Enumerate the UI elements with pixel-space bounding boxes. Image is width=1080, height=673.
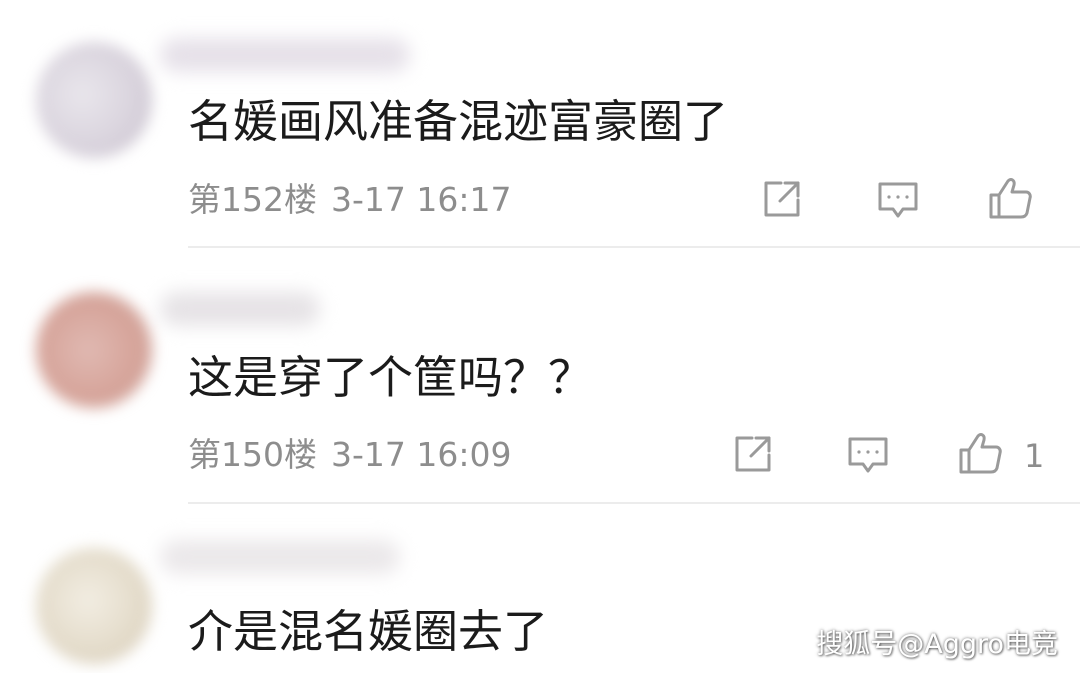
floor-number: 第150楼: [188, 435, 317, 474]
divider: [188, 502, 1080, 504]
username[interactable]: [160, 292, 320, 326]
timestamp: 3-17 16:17: [331, 180, 512, 219]
username[interactable]: [160, 540, 400, 574]
comment-icon[interactable]: [846, 435, 890, 477]
like-count: 1: [1024, 437, 1045, 475]
thumbs-up-icon[interactable]: [958, 430, 1004, 476]
share-icon[interactable]: [732, 433, 776, 475]
comment-content: 名媛画风准备混迹富豪圈了: [188, 95, 729, 148]
divider: [188, 246, 1080, 248]
floor-number: 第152楼: [188, 180, 317, 219]
share-icon[interactable]: [761, 178, 805, 220]
avatar[interactable]: [36, 292, 152, 408]
thumbs-up-icon[interactable]: [988, 175, 1034, 221]
avatar[interactable]: [36, 548, 152, 664]
comment-content: 介是混名媛圈去了: [188, 605, 549, 658]
watermark: 搜狐号@Aggro电竞: [816, 629, 1058, 660]
avatar[interactable]: [36, 42, 152, 158]
comment-icon[interactable]: [876, 180, 920, 222]
timestamp: 3-17 16:09: [331, 435, 512, 474]
comment-content: 这是穿了个筐吗？？: [188, 351, 594, 404]
username[interactable]: [160, 38, 410, 72]
comment-meta: 第152楼 3-17 16:17: [188, 180, 512, 220]
comment-meta: 第150楼 3-17 16:09: [188, 435, 512, 475]
